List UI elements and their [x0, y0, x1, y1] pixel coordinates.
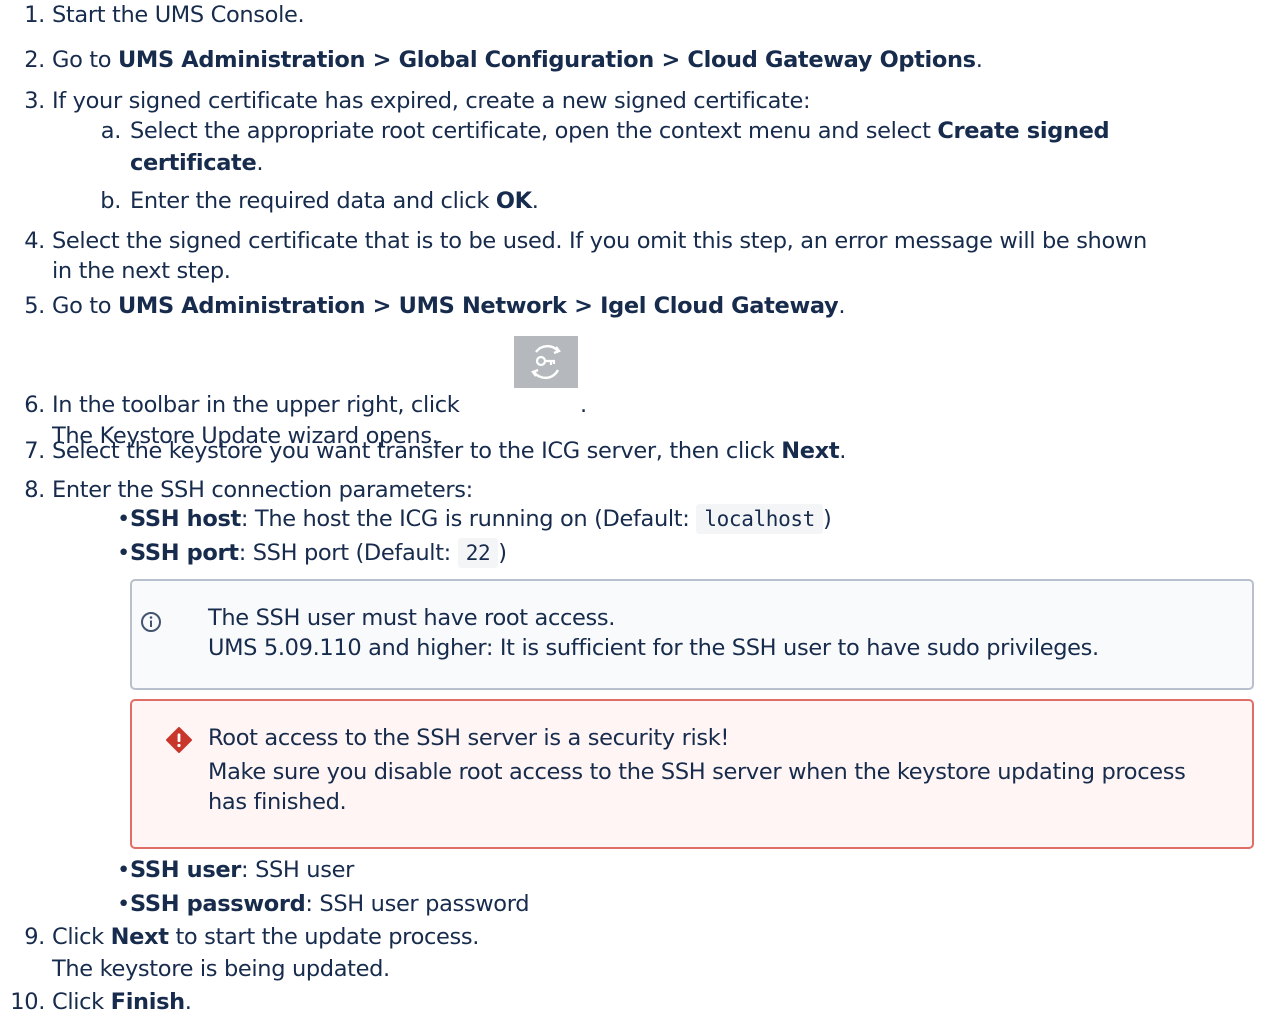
step-number: 5. — [24, 293, 45, 319]
info-text-line1: The SSH user must have root access. — [208, 605, 616, 631]
step-4-text: Select the signed certificate that is to… — [52, 228, 1147, 254]
warning-panel: Root access to the SSH server is a secur… — [130, 699, 1254, 849]
ssh-host-item: SSH host: The host the ICG is running on… — [130, 504, 832, 534]
ssh-user-item: SSH user: SSH user — [130, 857, 354, 883]
step-number: 10. — [10, 989, 45, 1015]
bullet: • — [117, 506, 130, 532]
step-6-period: . — [580, 392, 587, 418]
step-2-text: Go to UMS Administration > Global Config… — [52, 47, 983, 73]
ssh-port-item: SSH port: SSH port (Default: 22) — [130, 538, 507, 568]
step-5-text: Go to UMS Administration > UMS Network >… — [52, 293, 846, 319]
step-3b-text: Enter the required data and click OK. — [130, 188, 539, 214]
step-8-text: Enter the SSH connection parameters: — [52, 477, 473, 503]
warning-text-line1: Root access to the SSH server is a secur… — [208, 725, 730, 751]
info-circle-icon — [140, 611, 162, 639]
step-7-text: Select the keystore you want transfer to… — [52, 438, 847, 464]
step-10-text: Click Finish. — [52, 989, 192, 1015]
default-port-code: 22 — [457, 538, 499, 568]
info-text-line2: UMS 5.09.110 and higher: It is sufficien… — [208, 635, 1099, 661]
info-panel: The SSH user must have root access. UMS … — [130, 579, 1254, 690]
step-3a-text: Select the appropriate root certificate,… — [130, 118, 1110, 144]
step-4-text-cont: in the next step. — [52, 258, 231, 284]
step-number: 9. — [24, 924, 45, 950]
bullet: • — [117, 857, 130, 883]
ssh-password-item: SSH password: SSH user password — [130, 891, 530, 917]
substep-letter: b. — [100, 188, 121, 214]
step-number: 3. — [24, 88, 45, 114]
default-host-code: localhost — [696, 504, 823, 534]
warning-text-line3: has finished. — [208, 789, 347, 815]
step-number: 6. — [24, 392, 45, 418]
step-number: 1. — [24, 2, 45, 28]
step-6-text: In the toolbar in the upper right, click — [52, 392, 460, 418]
step-number: 8. — [24, 477, 45, 503]
step-3-text: If your signed certificate has expired, … — [52, 88, 811, 114]
step-number: 4. — [24, 228, 45, 254]
warning-diamond-icon — [166, 727, 192, 759]
step-number: 2. — [24, 47, 45, 73]
step-9-text: Click Next to start the update process. — [52, 924, 480, 950]
keystore-update-icon[interactable] — [514, 336, 578, 388]
bullet: • — [117, 891, 130, 917]
step-1-text: Start the UMS Console. — [52, 2, 305, 28]
step-9-text-cont: The keystore is being updated. — [52, 956, 390, 982]
step-number: 7. — [24, 438, 45, 464]
warning-text-line2: Make sure you disable root access to the… — [208, 759, 1186, 785]
bullet: • — [117, 540, 130, 566]
step-3a-text-cont: certificate. — [130, 150, 264, 176]
substep-letter: a. — [100, 118, 122, 144]
